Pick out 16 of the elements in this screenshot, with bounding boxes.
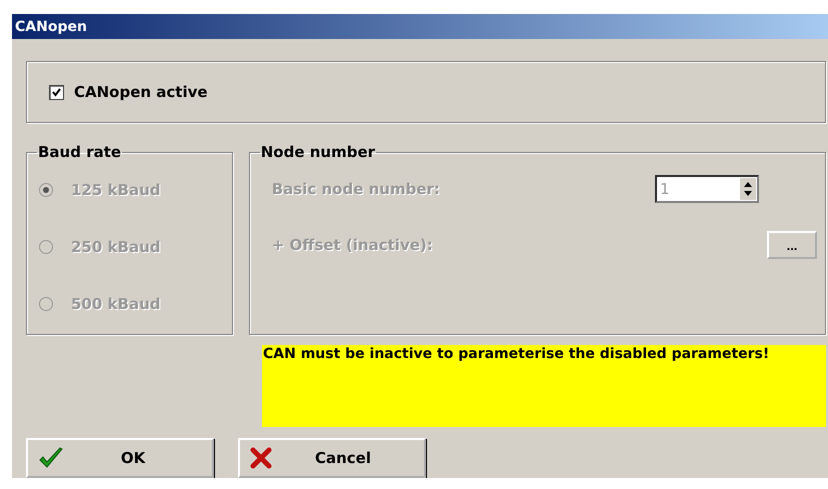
cross-icon [250, 447, 272, 469]
check-icon [38, 446, 64, 470]
radio-label: 500 kBaud [71, 294, 160, 312]
field-label: Basic node number: [272, 180, 440, 198]
cancel-button[interactable]: Cancel [238, 438, 426, 478]
warning-message: CAN must be inactive to parameterise the disabled parameters! [262, 345, 826, 427]
radio-label: 125 kBaud [71, 180, 160, 198]
group-title: Node number [260, 143, 376, 161]
checkbox[interactable] [49, 84, 64, 100]
group-title: Baud rate [37, 143, 122, 161]
window-title: CANopen [12, 14, 828, 39]
field-label: + Offset (inactive): [272, 236, 433, 254]
spin-arrows-icon[interactable] [740, 178, 756, 200]
radio-label: 250 kBaud [71, 238, 160, 256]
ok-button[interactable]: OK [26, 438, 214, 478]
checkbox-label: CANopen active [74, 83, 208, 101]
